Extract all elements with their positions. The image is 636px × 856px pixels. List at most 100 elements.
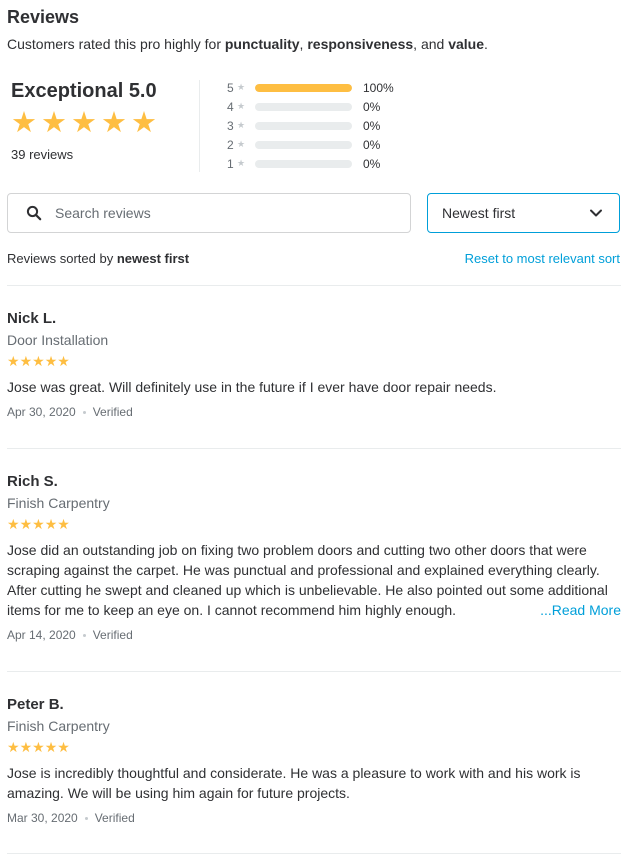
- star-icon: ★: [11, 107, 37, 139]
- chevron-down-icon: [589, 206, 603, 220]
- sort-dropdown[interactable]: Newest first: [427, 193, 620, 233]
- histogram-star-count: 4: [227, 99, 234, 114]
- divider: [7, 853, 621, 854]
- search-icon: [26, 205, 42, 221]
- sort-selected-value: Newest first: [442, 205, 516, 221]
- histogram-track: [255, 102, 352, 111]
- star-icon: ★: [44, 739, 58, 755]
- review-date: Apr 14, 2020: [7, 628, 76, 642]
- histogram-track: [255, 159, 352, 168]
- star-icon: ★: [71, 107, 97, 139]
- divider: [7, 448, 621, 449]
- review-stars: ★ ★ ★ ★ ★: [7, 740, 621, 754]
- histogram-track: [255, 140, 352, 149]
- verified-label: Verified: [92, 628, 133, 642]
- rating-highlights: Customers rated this pro highly for punc…: [7, 36, 488, 52]
- histogram-star-count: 2: [227, 137, 234, 152]
- histogram-track: [255, 121, 352, 130]
- sort-status: Reviews sorted by newest first: [7, 251, 189, 266]
- star-icon: ★: [44, 353, 58, 369]
- review-card: Rich S. Finish Carpentry ★ ★ ★ ★ ★ Jose did …: [7, 473, 621, 642]
- page-title: Reviews: [7, 7, 80, 27]
- histogram-row: 3 ★ 0%: [227, 116, 394, 135]
- histogram-row: 5 ★ 100%: [227, 78, 394, 97]
- star-icon: ★: [237, 82, 246, 92]
- star-icon: ★: [237, 139, 246, 149]
- search-input[interactable]: [55, 205, 385, 221]
- review-count: 39 reviews: [11, 147, 74, 162]
- star-icon: ★: [7, 516, 20, 532]
- histogram-row: 2 ★ 0%: [227, 135, 394, 154]
- review-text: Jose is incredibly thoughtful and consid…: [7, 765, 581, 801]
- search-box[interactable]: [7, 193, 411, 233]
- histogram-fill: [255, 83, 352, 92]
- review-stars: ★ ★ ★ ★ ★: [7, 354, 621, 368]
- review-meta: Apr 30, 2020 Verified: [7, 405, 621, 419]
- star-icon: ★: [7, 739, 20, 755]
- histogram-star-count: 5: [227, 80, 234, 95]
- read-more-link[interactable]: ...Read More: [518, 600, 621, 620]
- star-icon: ★: [32, 353, 45, 369]
- verified-label: Verified: [92, 405, 133, 419]
- reset-sort-link[interactable]: Reset to most relevant sort: [465, 251, 620, 266]
- highlights-prefix: Customers rated this pro highly for: [7, 36, 225, 52]
- star-icon: ★: [237, 120, 246, 130]
- summary-divider: [199, 80, 200, 172]
- histogram-row: 4 ★ 0%: [227, 97, 394, 116]
- divider: [7, 671, 621, 672]
- histogram-percent: 0%: [363, 156, 381, 171]
- review-date: Mar 30, 2020: [7, 811, 78, 825]
- separator-dot: [84, 816, 88, 820]
- review-meta: Mar 30, 2020 Verified: [7, 811, 621, 825]
- rating-summary: Exceptional 5.0 ★ ★ ★ ★ ★ 39 reviews: [11, 80, 191, 162]
- overall-score: Exceptional 5.0: [11, 80, 157, 102]
- histogram-track: [255, 83, 352, 92]
- overall-stars: ★ ★ ★ ★ ★: [11, 107, 191, 139]
- highlights-separator: , and: [413, 36, 449, 52]
- divider: [7, 285, 621, 286]
- reviewer-name: Nick L.: [7, 310, 57, 327]
- histogram-star-count: 1: [227, 156, 234, 171]
- separator-dot: [82, 410, 86, 414]
- star-icon: ★: [44, 516, 58, 532]
- star-icon: ★: [131, 107, 157, 139]
- star-icon: ★: [237, 101, 246, 111]
- review-stars: ★ ★ ★ ★ ★: [7, 517, 621, 531]
- service-name: Finish Carpentry: [7, 718, 110, 734]
- histogram-row: 1 ★ 0%: [227, 154, 394, 173]
- star-icon: ★: [101, 107, 127, 139]
- histogram-percent: 0%: [363, 137, 381, 152]
- star-icon: ★: [237, 158, 246, 168]
- star-icon: ★: [19, 739, 33, 755]
- sort-status-value: newest first: [116, 251, 190, 266]
- verified-label: Verified: [94, 811, 135, 825]
- review-text: Jose was great. Will definitely use in t…: [7, 379, 497, 395]
- star-icon: ★: [7, 353, 20, 369]
- highlight-quality: responsiveness: [307, 36, 414, 52]
- service-name: Finish Carpentry: [7, 495, 110, 511]
- separator-dot: [82, 633, 86, 637]
- star-icon: ★: [32, 516, 45, 532]
- sort-status-prefix: Reviews sorted by: [7, 251, 117, 266]
- histogram-star-count: 3: [227, 118, 234, 133]
- highlight-quality: value: [448, 36, 485, 52]
- review-card: Nick L. Door Installation ★ ★ ★ ★ ★ Jose was…: [7, 310, 621, 419]
- review-card: Peter B. Finish Carpentry ★ ★ ★ ★ ★ Jose is …: [7, 696, 621, 825]
- star-icon: ★: [19, 516, 33, 532]
- highlights-suffix: .: [484, 36, 488, 52]
- histogram-percent: 100%: [363, 80, 394, 95]
- review-meta: Apr 14, 2020 Verified: [7, 628, 621, 642]
- review-text-container: Jose did an outstanding job on fixing tw…: [7, 540, 621, 620]
- histogram-percent: 0%: [363, 118, 381, 133]
- histogram-percent: 0%: [363, 99, 381, 114]
- rating-histogram: 5 ★ 100% 4 ★ 0% 3 ★ 0% 2 ★ 0% 1 ★ 0%: [227, 78, 394, 173]
- review-date: Apr 30, 2020: [7, 405, 76, 419]
- star-icon: ★: [41, 107, 67, 139]
- star-icon: ★: [57, 353, 70, 369]
- star-icon: ★: [19, 353, 33, 369]
- star-icon: ★: [57, 516, 70, 532]
- star-icon: ★: [57, 739, 70, 755]
- highlight-quality: punctuality: [224, 36, 300, 52]
- service-name: Door Installation: [7, 332, 109, 348]
- reviewer-name: Peter B.: [7, 696, 64, 713]
